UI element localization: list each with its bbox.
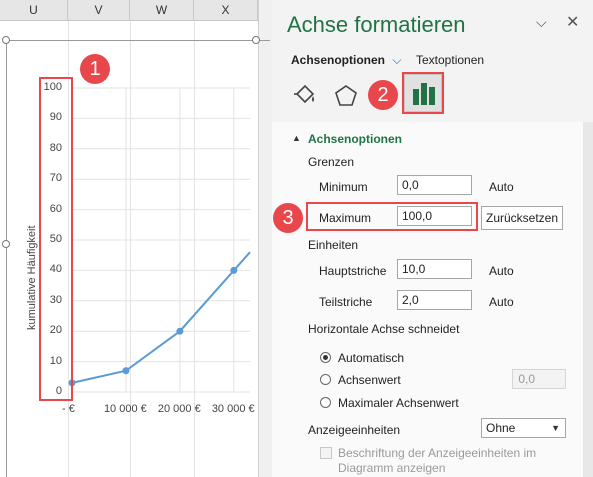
radio-axis-value-label[interactable]: Achsenwert — [338, 373, 401, 387]
fill-line-icon[interactable] — [288, 80, 320, 112]
show-display-units-checkbox[interactable] — [320, 447, 332, 459]
chevron-down-icon: ⌵ — [392, 53, 402, 67]
pane-scrollbar[interactable] — [583, 122, 593, 477]
display-units-value: Ohne — [486, 421, 516, 435]
major-unit-input[interactable]: 10,0 — [397, 259, 472, 279]
major-unit-status: Auto — [489, 264, 514, 278]
dropdown-arrow-icon: ▼ — [551, 423, 560, 433]
minimum-status: Auto — [489, 180, 514, 194]
radio-automatic[interactable] — [320, 352, 331, 363]
callout-2: 2 — [368, 80, 398, 110]
callout-1: 1 — [80, 54, 110, 84]
display-units-label: Anzeigeeinheiten — [308, 423, 401, 437]
data-point[interactable] — [230, 266, 238, 274]
close-icon[interactable]: ✕ — [566, 12, 579, 32]
pane-options-chevron-icon[interactable]: ⌵ — [536, 14, 547, 31]
tab-axis-options[interactable]: Achsenoptionen ⌵ — [291, 53, 401, 68]
units-heading: Einheiten — [308, 238, 359, 252]
radio-max-axis-value-label[interactable]: Maximaler Achsenwert — [338, 396, 459, 410]
x-tick-label: 20 000 € — [157, 403, 201, 415]
minor-unit-label: Teilstriche — [319, 295, 373, 309]
radio-axis-value[interactable] — [320, 374, 331, 385]
axis-highlight-box — [39, 77, 73, 401]
x-tick-label: - € — [62, 403, 75, 415]
minimum-input[interactable]: 0,0 — [397, 175, 472, 195]
y-axis-title: kumulative Häufigkeit — [26, 225, 38, 330]
minimum-label: Minimum — [319, 180, 368, 194]
minor-unit-input[interactable]: 2,0 — [397, 290, 472, 310]
callout-3: 3 — [273, 203, 303, 233]
radio-automatic-label[interactable]: Automatisch — [338, 351, 404, 365]
effects-pentagon-icon[interactable] — [330, 80, 362, 112]
tab-axis-options-label: Achsenoptionen — [291, 53, 386, 67]
axis-cross-heading: Horizontale Achse schneidet — [308, 322, 460, 336]
display-units-select[interactable]: Ohne ▼ — [481, 418, 566, 438]
bounds-heading: Grenzen — [308, 155, 355, 169]
show-display-units-label-line1: Beschriftung der Anzeigeeinheiten im — [338, 446, 537, 460]
x-tick-label: 10 000 € — [103, 403, 147, 415]
minor-unit-status: Auto — [489, 295, 514, 309]
icon-highlight-box — [402, 72, 444, 114]
tab-text-options[interactable]: Textoptionen — [416, 53, 484, 67]
x-tick-label: 30 000 € — [211, 403, 255, 415]
data-point[interactable] — [122, 367, 130, 375]
series-line[interactable] — [71, 251, 251, 384]
show-display-units-label-line2: Diagramm anzeigen — [338, 461, 446, 475]
major-unit-label: Hauptstriche — [319, 264, 387, 278]
collapse-triangle-icon[interactable]: ▲ — [292, 133, 301, 143]
data-point[interactable] — [176, 327, 184, 335]
pane-title: Achse formatieren — [287, 12, 466, 37]
radio-max-axis-value[interactable] — [320, 397, 331, 408]
reset-button[interactable]: Zurücksetzen — [481, 206, 563, 230]
axis-value-input[interactable]: 0,0 — [512, 369, 566, 389]
maximum-highlight-box — [306, 202, 478, 231]
section-title[interactable]: Achsenoptionen — [308, 132, 402, 146]
